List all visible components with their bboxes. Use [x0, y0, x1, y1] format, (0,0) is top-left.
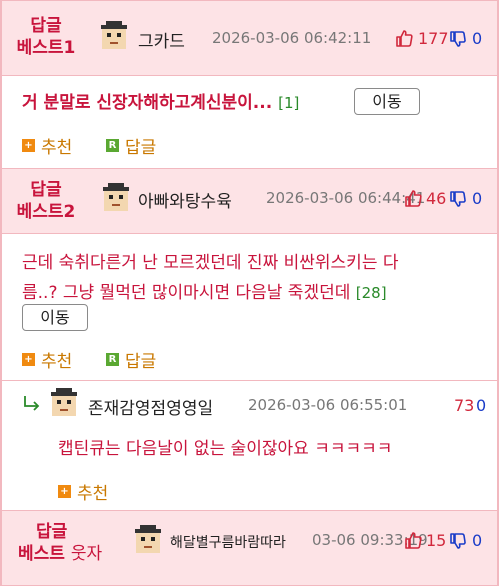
downvote-count: 0	[472, 29, 483, 48]
best-badge: 답글 베스트2	[10, 179, 82, 223]
best-badge: 답글 베스트 웃자	[18, 521, 118, 565]
best-comment-header-1: 답글 베스트1 그카드 2026-03-06 06:42:11 177 0	[2, 0, 497, 76]
comment-date: 2026-03-06 06:55:01	[248, 396, 408, 414]
plus-icon: +	[22, 139, 35, 152]
recommend-button[interactable]: + 추천	[22, 133, 72, 158]
plus-icon: +	[22, 353, 35, 366]
thumbs-up-icon[interactable]	[395, 29, 413, 47]
best-badge-line1: 답글	[36, 522, 68, 542]
avatar[interactable]	[50, 388, 78, 418]
avatar[interactable]	[100, 21, 128, 51]
plus-icon: +	[58, 485, 71, 498]
best-comment-header-3: 답글 베스트 웃자 해달별구름바람따라 03-06 09:33:19 15 0	[2, 510, 497, 586]
comment-title[interactable]: 거 분말로 신장자해하고계신분이...	[22, 93, 272, 113]
move-button[interactable]: 이동	[22, 304, 88, 331]
comment-text[interactable]: 근데 숙취다른거 난 모르겠던데 진짜 비싼위스키는 다 름..? 그냥 뭘먹던…	[22, 248, 479, 308]
thumbs-down-icon[interactable]	[450, 532, 466, 550]
reply-count[interactable]: [1]	[278, 94, 299, 112]
best-badge-line1: 답글	[30, 16, 62, 36]
upvote-count: 46	[426, 189, 447, 208]
recommend-label: 추천	[77, 484, 109, 504]
best-comment-header-2: 답글 베스트2 아빠와탕수육 2026-03-06 06:44:41 46 0	[2, 168, 497, 234]
username[interactable]: 그카드	[138, 27, 185, 52]
reply-icon: R	[106, 139, 119, 152]
thumbs-up-icon[interactable]	[404, 531, 422, 549]
reply-count[interactable]: [28]	[356, 284, 387, 302]
upvote-count: 177	[418, 29, 449, 48]
downvote-count: 0	[476, 396, 487, 415]
avatar[interactable]	[102, 183, 130, 213]
recommend-label: 추천	[41, 352, 73, 372]
username[interactable]: 해달별구름바람따라	[170, 532, 286, 552]
thumbs-down-icon[interactable]	[450, 30, 466, 48]
best-badge-line2: 베스트1	[16, 38, 76, 58]
downvote-count: 0	[472, 531, 483, 550]
upvote-count: 73	[454, 396, 475, 415]
comment-list: 답글 베스트1 그카드 2026-03-06 06:42:11 177 0 거 …	[0, 0, 499, 586]
reply-label: 답글	[125, 138, 157, 158]
comment-line-2: 름..? 그냥 뭘먹던 많이마시면 다음날 죽겠던데 [28]	[22, 283, 387, 303]
comment-text[interactable]: 거 분말로 신장자해하고계신분이... [1]	[22, 88, 327, 118]
reply-arrow-icon	[24, 396, 40, 411]
thumbs-down-icon[interactable]	[450, 190, 466, 208]
username[interactable]: 존재감영점영영일	[88, 394, 213, 419]
recommend-button[interactable]: + 추천	[58, 479, 108, 504]
best-badge-line2: 베스트 웃자	[18, 544, 103, 564]
reply-button[interactable]: R 답글	[106, 133, 156, 158]
move-button[interactable]: 이동	[354, 88, 420, 115]
upvote-count: 15	[426, 531, 447, 550]
recommend-label: 추천	[41, 138, 73, 158]
recommend-button[interactable]: + 추천	[22, 347, 72, 372]
reply-label: 답글	[125, 352, 157, 372]
reply-icon: R	[106, 353, 119, 366]
category-tag[interactable]: 웃자	[71, 544, 102, 564]
thumbs-up-icon[interactable]	[404, 189, 422, 207]
best-badge: 답글 베스트1	[10, 15, 82, 59]
comment-date: 2026-03-06 06:44:41	[266, 189, 426, 207]
best-badge-line2: 베스트2	[16, 202, 76, 222]
divider	[2, 380, 497, 381]
reply-button[interactable]: R 답글	[106, 347, 156, 372]
downvote-count: 0	[472, 189, 483, 208]
avatar[interactable]	[134, 525, 162, 555]
comment-date: 2026-03-06 06:42:11	[212, 29, 372, 47]
username[interactable]: 아빠와탕수육	[138, 187, 232, 212]
comment-text[interactable]: 캡틴큐는 다음날이 없는 술이잖아요 ㅋㅋㅋㅋㅋ	[58, 434, 479, 464]
best-badge-line1: 답글	[30, 180, 62, 200]
comment-line-1: 근데 숙취다른거 난 모르겠던데 진짜 비싼위스키는 다	[22, 253, 399, 273]
